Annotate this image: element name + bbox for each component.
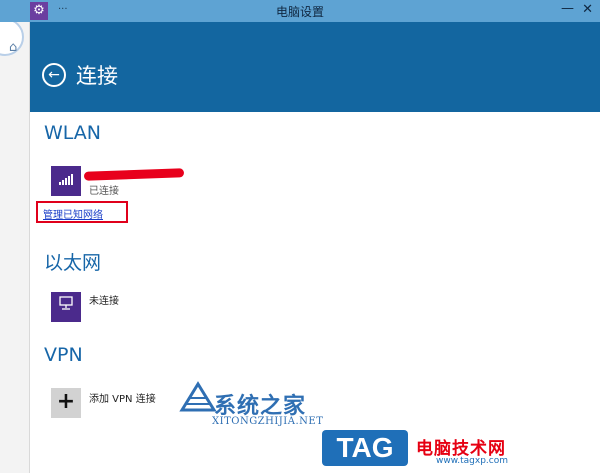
ethernet-section-title: 以太网 [44,252,102,274]
background-browser-window: ⌂ [0,0,30,473]
home-icon[interactable]: ⌂ [9,40,17,55]
minimize-button[interactable]: — [561,1,574,16]
network-name-redaction [83,168,185,181]
wifi-signal-icon[interactable] [51,166,81,196]
watermark-tag-logo: TAG [322,430,408,466]
manage-known-networks-highlight: 管理已知网络 [36,201,128,223]
ethernet-icon[interactable] [51,292,81,322]
add-vpn-connection-label[interactable]: 添加 VPN 连接 [89,390,156,405]
page-title: 连接 [76,64,118,88]
add-vpn-icon[interactable]: + [51,388,81,418]
network-monitor-icon [59,296,73,310]
ethernet-status: 未连接 [89,296,119,307]
title-bar: ⚙ ... 电脑设置 — ✕ [0,0,600,22]
page-header: ← 连接 [30,22,600,112]
wifi-network-status: 已连接 [89,186,119,197]
wifi-bars-icon [59,174,73,185]
watermark-site-en: XITONGZHIJIA.NET [212,416,324,427]
manage-known-networks-link[interactable]: 管理已知网络 [43,206,103,221]
wlan-section-title: WLAN [44,122,102,144]
vpn-section-title: VPN [44,344,83,366]
window-title: 电脑设置 [275,5,324,19]
pc-settings-window: ⚙ ... 电脑设置 — ✕ ← 连接 WLAN 已连接 管理已知网络 以太网 … [0,0,600,473]
site-watermark-logo-icon [179,381,217,412]
back-arrow-icon[interactable]: ← [42,63,66,87]
close-button[interactable]: ✕ [582,2,593,17]
watermark-url: www.tagxp.com [436,456,508,466]
